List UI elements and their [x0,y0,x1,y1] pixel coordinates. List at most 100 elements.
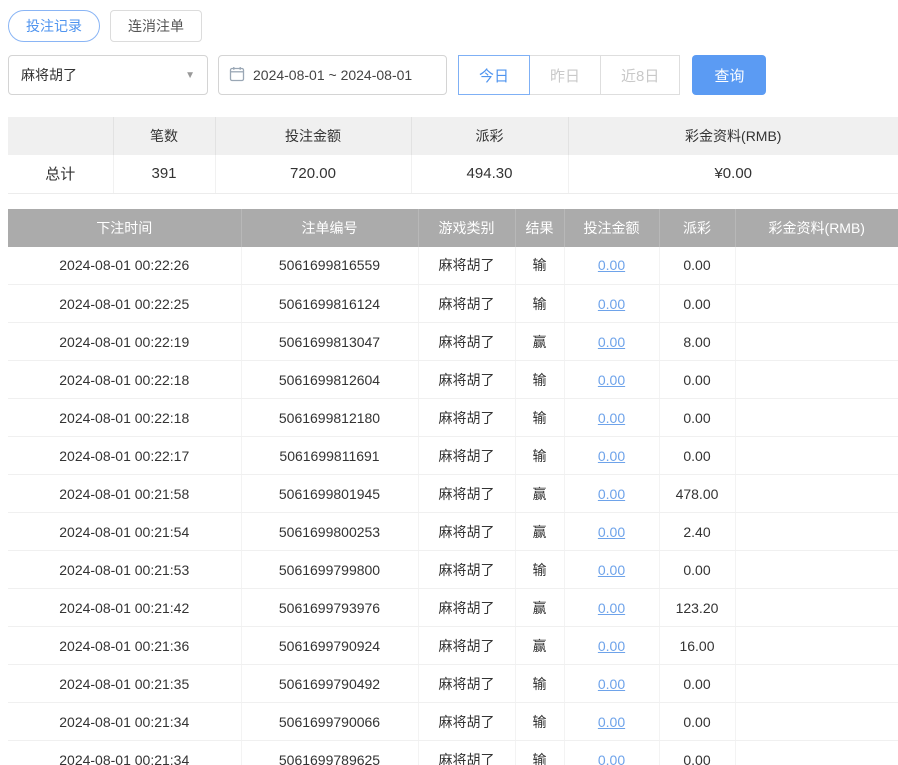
order-id-cell: 5061699799800 [241,551,418,589]
bet-amount-link[interactable]: 0.00 [598,676,625,692]
page-root: 投注记录 连消注单 麻将胡了 ▼ 2024-08-01 ~ 2024-08-01… [0,0,898,765]
game-type-cell: 麻将胡了 [418,475,515,513]
result-cell: 输 [515,437,564,475]
summary-header-bonus: 彩金资料(RMB) [568,117,898,155]
bonus-cell [735,437,898,475]
table-row: 2024-08-01 00:21:535061699799800麻将胡了输0.0… [8,551,898,589]
payout-cell: 478.00 [659,475,735,513]
search-button[interactable]: 查询 [692,55,766,95]
bet-time-cell: 2024-08-01 00:21:35 [8,665,241,703]
bonus-cell [735,285,898,323]
bet-amount-cell: 0.00 [564,475,659,513]
header-payout: 派彩 [659,209,735,247]
bet-time-cell: 2024-08-01 00:21:53 [8,551,241,589]
tab-cancelled-orders[interactable]: 连消注单 [110,10,202,42]
bet-amount-link[interactable]: 0.00 [598,524,625,540]
header-game-type: 游戏类别 [418,209,515,247]
header-order-id: 注单编号 [241,209,418,247]
bet-amount-link[interactable]: 0.00 [598,448,625,464]
quick-date-group: 今日 昨日 近8日 [459,55,680,95]
result-cell: 赢 [515,589,564,627]
bet-amount-cell: 0.00 [564,703,659,741]
order-id-cell: 5061699812604 [241,361,418,399]
game-type-cell: 麻将胡了 [418,361,515,399]
bet-time-cell: 2024-08-01 00:22:17 [8,437,241,475]
result-cell: 赢 [515,627,564,665]
game-type-cell: 麻将胡了 [418,437,515,475]
bet-amount-link[interactable]: 0.00 [598,638,625,654]
header-bonus: 彩金资料(RMB) [735,209,898,247]
payout-cell: 0.00 [659,665,735,703]
order-id-cell: 5061699793976 [241,589,418,627]
game-type-cell: 麻将胡了 [418,247,515,285]
bet-time-cell: 2024-08-01 00:21:34 [8,741,241,765]
bet-time-cell: 2024-08-01 00:21:42 [8,589,241,627]
bet-amount-cell: 0.00 [564,665,659,703]
result-cell: 输 [515,285,564,323]
bet-amount-link[interactable]: 0.00 [598,410,625,426]
summary-bonus-value: ¥0.00 [568,155,898,193]
bet-amount-link[interactable]: 0.00 [598,752,625,765]
bet-amount-cell: 0.00 [564,589,659,627]
game-type-cell: 麻将胡了 [418,513,515,551]
quick-btn-yesterday[interactable]: 昨日 [529,55,601,95]
order-id-cell: 5061699801945 [241,475,418,513]
table-row: 2024-08-01 00:22:255061699816124麻将胡了输0.0… [8,285,898,323]
game-type-cell: 麻将胡了 [418,665,515,703]
bet-amount-cell: 0.00 [564,741,659,765]
result-cell: 输 [515,703,564,741]
payout-cell: 0.00 [659,247,735,285]
bet-time-cell: 2024-08-01 00:22:19 [8,323,241,361]
bet-time-cell: 2024-08-01 00:21:58 [8,475,241,513]
payout-cell: 0.00 [659,437,735,475]
order-id-cell: 5061699813047 [241,323,418,361]
filter-bar: 麻将胡了 ▼ 2024-08-01 ~ 2024-08-01 今日 昨日 近8日… [8,55,898,95]
table-row: 2024-08-01 00:21:345061699790066麻将胡了输0.0… [8,703,898,741]
quick-btn-today[interactable]: 今日 [458,55,530,95]
table-row: 2024-08-01 00:21:585061699801945麻将胡了赢 0.0… [8,475,898,513]
quick-btn-last8days[interactable]: 近8日 [600,55,680,95]
calendar-icon [229,66,245,85]
summary-header-count: 笔数 [113,117,215,155]
bet-amount-cell: 0.00 [564,285,659,323]
bet-amount-link[interactable]: 0.00 [598,714,625,730]
tab-bet-records[interactable]: 投注记录 [8,10,100,42]
bet-amount-link[interactable]: 0.00 [598,562,625,578]
bet-time-cell: 2024-08-01 00:21:54 [8,513,241,551]
bonus-cell [735,247,898,285]
bet-amount-link[interactable]: 0.00 [598,334,625,350]
order-id-cell: 5061699800253 [241,513,418,551]
payout-cell: 0.00 [659,285,735,323]
table-row: 2024-08-01 00:21:355061699790492麻将胡了输0.0… [8,665,898,703]
bet-table-body: 2024-08-01 00:22:265061699816559麻将胡了输0.0… [8,247,898,765]
table-row: 2024-08-01 00:22:175061699811691麻将胡了输0.0… [8,437,898,475]
bonus-cell [735,551,898,589]
bonus-cell [735,475,898,513]
header-bet-amount: 投注金额 [564,209,659,247]
bet-amount-link[interactable]: 0.00 [598,257,625,273]
date-range-input[interactable]: 2024-08-01 ~ 2024-08-01 [218,55,447,95]
table-row: 2024-08-01 00:22:185061699812180麻将胡了输0.0… [8,399,898,437]
table-row: 2024-08-01 00:21:365061699790924麻将胡了赢0.0… [8,627,898,665]
bet-amount-link[interactable]: 0.00 [598,296,625,312]
game-type-cell: 麻将胡了 [418,551,515,589]
bet-table-header-row: 下注时间 注单编号 游戏类别 结果 投注金额 派彩 彩金资料(RMB) [8,209,898,247]
order-id-cell: 5061699790924 [241,627,418,665]
payout-cell: 0.00 [659,361,735,399]
bet-amount-link[interactable]: 0.00 [598,486,625,502]
date-range-value: 2024-08-01 ~ 2024-08-01 [253,67,412,83]
bet-time-cell: 2024-08-01 00:21:36 [8,627,241,665]
bonus-cell [735,361,898,399]
table-row: 2024-08-01 00:22:195061699813047麻将胡了赢0.0… [8,323,898,361]
bet-amount-cell: 0.00 [564,399,659,437]
game-select[interactable]: 麻将胡了 ▼ [8,55,208,95]
bet-amount-cell: 0.00 [564,551,659,589]
bet-amount-link[interactable]: 0.00 [598,600,625,616]
order-id-cell: 5061699790492 [241,665,418,703]
result-cell: 赢 [515,323,564,361]
bet-amount-link[interactable]: 0.00 [598,372,625,388]
result-cell: 赢 [515,475,564,513]
payout-cell: 8.00 [659,323,735,361]
table-row: 2024-08-01 00:21:345061699789625麻将胡了输0.0… [8,741,898,765]
chevron-down-icon: ▼ [185,70,195,81]
